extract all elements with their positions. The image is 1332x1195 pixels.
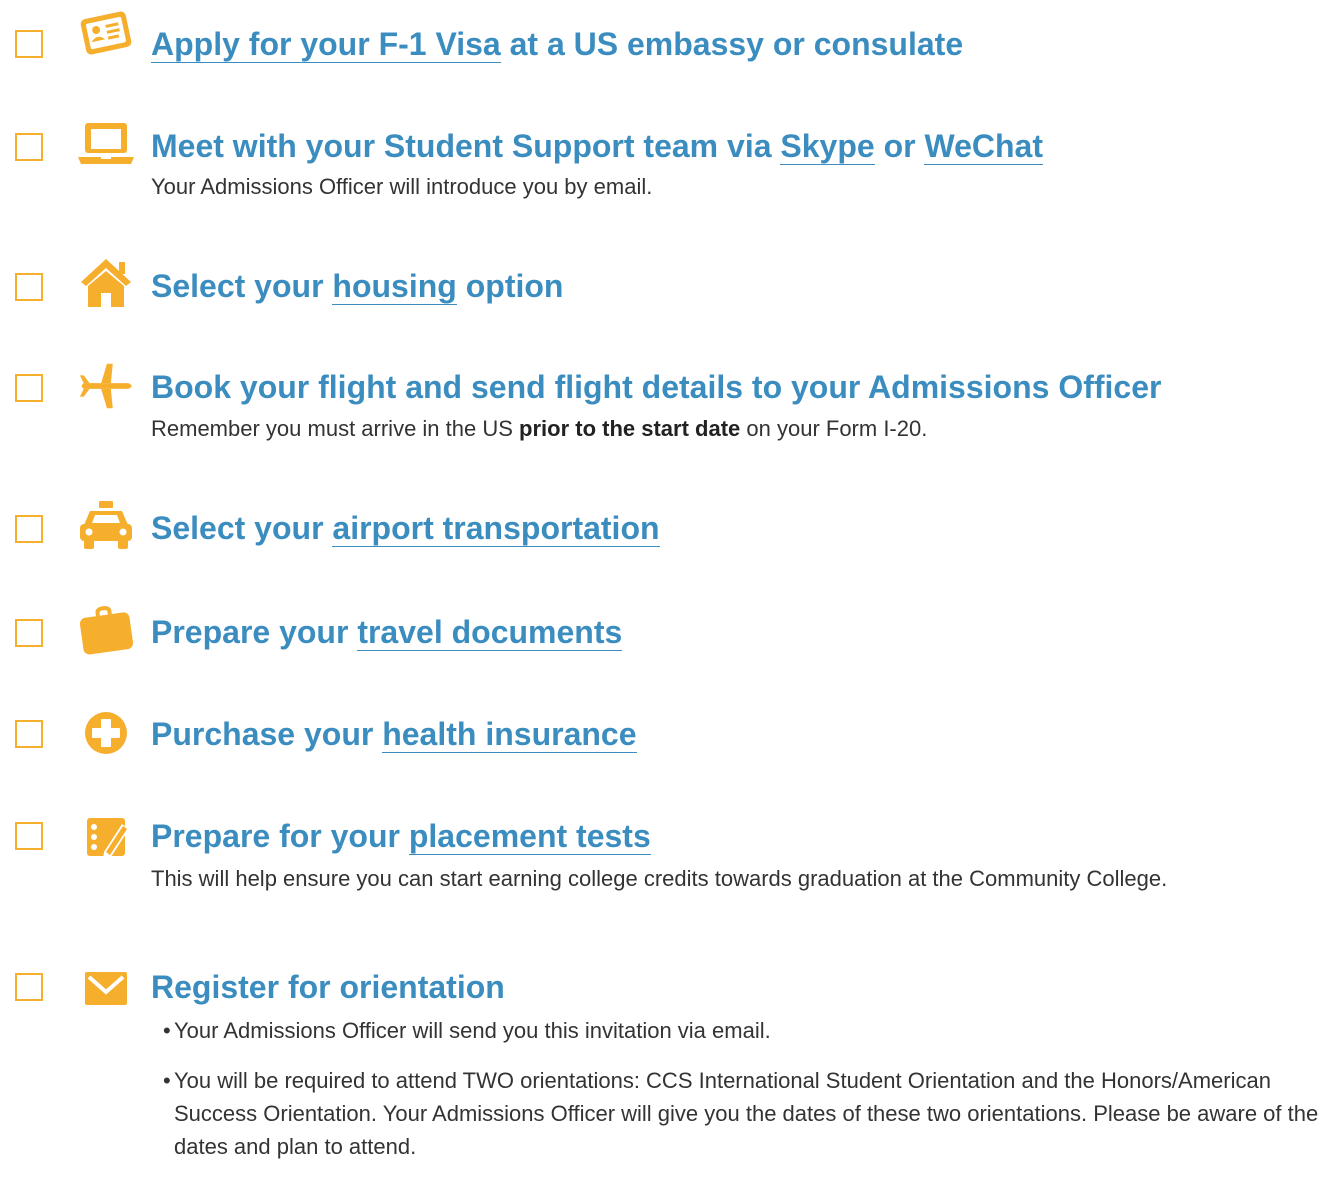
item-description: Your Admissions Officer will introduce y… bbox=[151, 174, 653, 199]
checkbox[interactable] bbox=[15, 619, 43, 647]
airplane-icon bbox=[76, 359, 136, 413]
airport-transportation-link[interactable]: airport transportation bbox=[332, 510, 660, 547]
item-title: Book your flight and send flight details… bbox=[151, 369, 1162, 405]
item-title: Select your airport transportation bbox=[151, 510, 660, 547]
list-item: • You will be required to attend TWO orie… bbox=[163, 1068, 1319, 1159]
health-insurance-link[interactable]: health insurance bbox=[382, 716, 637, 753]
checkbox[interactable] bbox=[15, 973, 43, 1001]
item-title: Select your housing option bbox=[151, 268, 564, 305]
travel-documents-link[interactable]: travel documents bbox=[357, 614, 623, 651]
visa-link[interactable]: Apply for your F-1 Visa bbox=[151, 26, 501, 63]
checkbox[interactable] bbox=[15, 720, 43, 748]
item-description: This will help ensure you can start earn… bbox=[151, 866, 1168, 891]
wechat-link[interactable]: WeChat bbox=[924, 128, 1043, 165]
placement-tests-link[interactable]: placement tests bbox=[408, 818, 651, 855]
checkbox[interactable] bbox=[15, 374, 43, 402]
house-icon bbox=[76, 256, 136, 310]
item-title: Prepare for your placement tests bbox=[151, 818, 651, 855]
checkbox[interactable] bbox=[15, 822, 43, 850]
id-card-icon bbox=[76, 6, 136, 60]
item-title: Prepare your travel documents bbox=[151, 614, 623, 651]
checkbox[interactable] bbox=[15, 515, 43, 543]
list-item: • Your Admissions Officer will send you t… bbox=[163, 1018, 771, 1043]
taxi-icon bbox=[76, 498, 136, 552]
briefcase-icon bbox=[76, 602, 136, 656]
housing-link[interactable]: housing bbox=[332, 268, 457, 305]
item-title: Apply for your F-1 Visa at a US embassy … bbox=[151, 26, 964, 63]
item-title: Purchase your health insurance bbox=[151, 716, 637, 753]
laptop-icon bbox=[76, 116, 136, 170]
envelope-icon bbox=[76, 962, 136, 1016]
checkbox[interactable] bbox=[15, 133, 43, 161]
item-title: Meet with your Student Support team via … bbox=[151, 128, 1043, 165]
item-description: Remember you must arrive in the US prior… bbox=[151, 416, 928, 441]
checkbox[interactable] bbox=[15, 30, 43, 58]
medical-cross-icon bbox=[76, 706, 136, 760]
skype-link[interactable]: Skype bbox=[780, 128, 875, 165]
checklist-pencil-icon bbox=[76, 810, 136, 864]
item-title: Register for orientation bbox=[151, 969, 505, 1005]
checkbox[interactable] bbox=[15, 273, 43, 301]
